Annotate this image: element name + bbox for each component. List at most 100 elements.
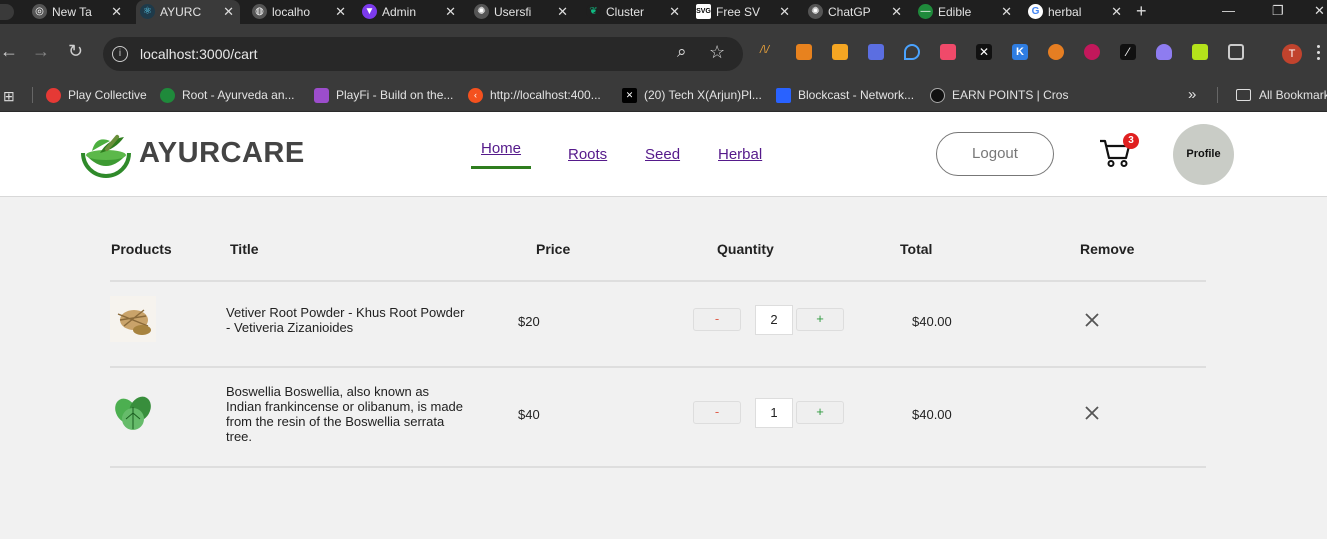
droplet-icon[interactable]: [904, 44, 920, 60]
nav-herbal-link[interactable]: Herbal: [718, 146, 762, 163]
svg-icon: SVG: [696, 4, 711, 19]
site-header: AYURCARE Home Roots Seed Herbal Logout 3…: [0, 112, 1327, 197]
remove-item-icon[interactable]: [1084, 312, 1100, 328]
row-divider: [110, 366, 1206, 368]
bookmark-item[interactable]: Blockcast - Network...: [776, 78, 914, 112]
bookmark-item[interactable]: PlayFi - Build on the...: [314, 78, 453, 112]
restore-icon[interactable]: ❐: [1272, 3, 1284, 19]
browser-toolbar: ← → ↻ i localhost:3000/cart ⌕ ☆ /\/ ✕ K …: [0, 24, 1327, 78]
extension-icon[interactable]: [1192, 44, 1208, 60]
product-image-boswellia[interactable]: [110, 389, 156, 435]
decrease-quantity-button[interactable]: -: [693, 401, 741, 424]
bookmark-item[interactable]: Root - Ayurveda an...: [160, 78, 295, 112]
extension-icon[interactable]: [1084, 44, 1100, 60]
increase-quantity-button[interactable]: +: [796, 401, 844, 424]
close-window-icon[interactable]: ✕: [1314, 3, 1325, 19]
bookmark-item[interactable]: ‹ http://localhost:400...: [468, 78, 601, 112]
extension-icon[interactable]: [940, 44, 956, 60]
metamask-icon[interactable]: [796, 44, 812, 60]
product-title: Boswellia Boswellia, also known as India…: [226, 384, 464, 444]
remove-item-icon[interactable]: [1084, 405, 1100, 421]
close-tab-icon[interactable]: ✕: [779, 4, 790, 20]
line-total: $40.00: [912, 407, 952, 422]
tab-edible[interactable]: ― Edible ✕: [914, 0, 1018, 24]
product-price: $20: [518, 314, 540, 329]
extension-icon[interactable]: [832, 44, 848, 60]
bookmark-label: Play Collective: [68, 88, 147, 102]
col-header-title: Title: [230, 241, 259, 257]
mortar-pestle-logo-icon[interactable]: [80, 131, 132, 179]
zoom-icon[interactable]: ⌕: [677, 42, 687, 62]
bookmark-item[interactable]: EARN POINTS | Cros: [930, 78, 1068, 112]
col-header-remove: Remove: [1080, 241, 1135, 257]
bookmark-item[interactable]: Play Collective: [46, 78, 147, 112]
vite-icon: ▼: [362, 4, 377, 19]
bookmark-label: PlayFi - Build on the...: [336, 88, 454, 102]
product-price: $40: [518, 407, 540, 422]
tab-herbal[interactable]: G herbal ✕: [1024, 0, 1128, 24]
bookmark-item[interactable]: ✕ (20) Tech X(Arjun)Pl...: [622, 78, 762, 112]
decrease-quantity-button[interactable]: -: [693, 308, 741, 331]
tab-title: ChatGP: [828, 5, 871, 19]
all-bookmarks-label: All Bookmarks: [1259, 88, 1327, 102]
new-tab-button[interactable]: +: [1136, 1, 1147, 22]
bookmarks-overflow-icon[interactable]: »: [1188, 86, 1196, 103]
extension-icon[interactable]: ⁄: [1120, 44, 1136, 60]
apps-grid-icon[interactable]: ⊞: [3, 88, 15, 105]
product-image-vetiver[interactable]: [110, 296, 156, 342]
forward-icon[interactable]: →: [32, 41, 50, 61]
quantity-input[interactable]: 2: [755, 305, 793, 335]
bookmarks-bar: ⊞ Play Collective Root - Ayurveda an... …: [0, 78, 1327, 112]
tab-chatgpt[interactable]: ✺ ChatGP ✕: [804, 0, 908, 24]
site-icon: ―: [918, 4, 933, 19]
extension-icon[interactable]: [1048, 44, 1064, 60]
tab-new-tab[interactable]: ◎ New Ta ✕: [28, 0, 128, 24]
nav-home-link[interactable]: Home: [481, 140, 521, 157]
x-icon[interactable]: ✕: [976, 44, 992, 60]
close-tab-icon[interactable]: ✕: [335, 4, 346, 20]
quantity-input[interactable]: 1: [755, 398, 793, 428]
tab-admin[interactable]: ▼ Admin ✕: [358, 0, 462, 24]
ghost-icon[interactable]: [1156, 44, 1172, 60]
close-tab-icon[interactable]: ✕: [557, 4, 568, 20]
openai-icon: ✺: [474, 4, 489, 19]
bookmark-label: Blockcast - Network...: [798, 88, 915, 102]
reload-icon[interactable]: ↻: [68, 41, 83, 61]
increase-quantity-button[interactable]: +: [796, 308, 844, 331]
nav-roots-link[interactable]: Roots: [568, 146, 607, 163]
close-tab-icon[interactable]: ✕: [223, 4, 234, 20]
close-tab-icon[interactable]: ✕: [669, 4, 680, 20]
all-bookmarks-folder[interactable]: All Bookmarks: [1236, 78, 1327, 112]
site-info-icon[interactable]: i: [112, 46, 128, 62]
page-content: AYURCARE Home Roots Seed Herbal Logout 3…: [0, 112, 1327, 539]
extensions-puzzle-icon[interactable]: [1228, 44, 1244, 60]
tab-localhost[interactable]: ◍ localho ✕: [248, 0, 352, 24]
tab-ayurcare[interactable]: ⚛ AYURC ✕: [136, 0, 240, 24]
k-icon[interactable]: K: [1012, 44, 1028, 60]
brand-name[interactable]: AYURCARE: [139, 137, 305, 170]
extension-icon[interactable]: [868, 44, 884, 60]
address-bar[interactable]: i localhost:3000/cart ⌕ ☆: [103, 37, 743, 71]
bookmark-label: (20) Tech X(Arjun)Pl...: [644, 88, 762, 102]
nav-seed-link[interactable]: Seed: [645, 146, 680, 163]
url-text[interactable]: localhost:3000/cart: [140, 46, 258, 62]
tab-cluster[interactable]: ❦ Cluster ✕: [582, 0, 686, 24]
minimize-icon[interactable]: —: [1222, 3, 1235, 18]
close-tab-icon[interactable]: ✕: [1111, 4, 1122, 20]
back-icon[interactable]: ←: [0, 41, 18, 61]
tab-usersfi[interactable]: ✺ Usersfi ✕: [470, 0, 574, 24]
bookmark-separator: [1217, 87, 1218, 103]
extension-icon[interactable]: /\/: [760, 44, 776, 60]
tab-search-button[interactable]: [0, 4, 14, 20]
close-tab-icon[interactable]: ✕: [1001, 4, 1012, 20]
close-tab-icon[interactable]: ✕: [111, 4, 122, 20]
profile-button[interactable]: Profile: [1173, 124, 1234, 185]
close-tab-icon[interactable]: ✕: [445, 4, 456, 20]
close-tab-icon[interactable]: ✕: [891, 4, 902, 20]
react-icon: ⚛: [140, 4, 155, 19]
tab-free-svg[interactable]: SVG Free SV ✕: [692, 0, 796, 24]
logout-button[interactable]: Logout: [936, 132, 1054, 176]
browser-menu-icon[interactable]: [1317, 45, 1320, 61]
bookmark-star-icon[interactable]: ☆: [709, 42, 725, 63]
browser-profile-avatar[interactable]: T: [1282, 44, 1302, 64]
